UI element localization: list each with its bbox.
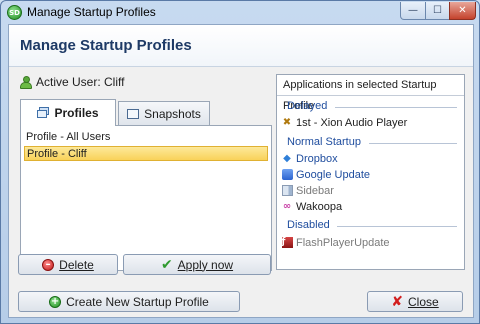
delete-icon: –	[42, 258, 55, 271]
page-title: Manage Startup Profiles	[20, 37, 192, 54]
sidebar-icon	[281, 185, 293, 197]
list-item-profile-cliff[interactable]: Profile - Cliff	[24, 146, 268, 161]
wakoopa-icon: ∞	[282, 201, 292, 212]
apply-now-button[interactable]: ✔ Apply now	[123, 254, 271, 275]
app-row-google-update[interactable]: Google Update	[281, 167, 370, 182]
tab-strip: Profiles Snapshots	[20, 99, 272, 126]
profiles-icon	[37, 107, 50, 119]
group-divider	[369, 143, 457, 144]
tab-snapshots[interactable]: Snapshots	[118, 101, 210, 125]
tab-profiles[interactable]: Profiles	[20, 99, 116, 126]
google-update-icon	[281, 169, 293, 181]
app-row-flashplayerupdate[interactable]: ƒ FlashPlayerUpdate	[281, 235, 390, 250]
window-close-button[interactable]: ✕	[449, 2, 476, 20]
group-divider	[335, 107, 457, 108]
delete-button[interactable]: – Delete	[18, 254, 118, 275]
applications-panel: Applications in selected Startup Profile…	[276, 74, 465, 270]
flash-icon: ƒ	[281, 237, 293, 249]
group-label-normal-startup: Normal Startup	[287, 136, 361, 148]
group-label-delayed: Delayed	[287, 100, 328, 112]
xion-icon: ✖	[282, 117, 292, 128]
checkmark-icon: ✔	[160, 256, 173, 273]
window-title: Manage Startup Profiles	[27, 5, 156, 19]
close-button[interactable]: ✘ Close	[367, 291, 463, 312]
maximize-button[interactable]: ☐	[425, 2, 450, 20]
snapshots-icon	[127, 108, 140, 120]
minimize-button[interactable]: —	[400, 2, 426, 20]
close-x-icon: ✘	[391, 293, 404, 310]
list-item-profile-all-users[interactable]: Profile - All Users	[24, 130, 268, 145]
app-name: Sidebar	[296, 184, 334, 197]
close-button-label: Close	[408, 294, 439, 309]
dialog-content: Manage Startup Profiles Active User: Cli…	[8, 24, 474, 318]
active-user: Active User: Cliff	[20, 74, 124, 90]
apply-now-button-label: Apply now	[177, 257, 234, 272]
add-icon: +	[49, 295, 62, 308]
app-row-dropbox[interactable]: ◆ Dropbox	[281, 151, 338, 166]
app-name: Wakoopa	[296, 200, 343, 213]
app-row-sidebar[interactable]: Sidebar	[281, 183, 334, 198]
app-name: Dropbox	[296, 152, 338, 165]
user-icon	[20, 75, 32, 89]
delete-button-label: Delete	[59, 257, 94, 272]
applications-panel-header: Applications in selected Startup Profile	[277, 75, 464, 112]
active-user-label: Active User: Cliff	[36, 75, 125, 89]
title-bar[interactable]: SD Manage Startup Profiles — ☐ ✕	[1, 1, 479, 23]
app-name: Google Update	[296, 168, 370, 181]
app-row-xion[interactable]: ✖ 1st - Xion Audio Player	[281, 115, 408, 130]
app-name: FlashPlayerUpdate	[296, 236, 390, 249]
app-row-wakoopa[interactable]: ∞ Wakoopa	[281, 199, 342, 214]
tab-profiles-label: Profiles	[54, 106, 99, 120]
group-divider	[337, 226, 457, 227]
profiles-list: Profile - All Users Profile - Cliff	[20, 125, 272, 271]
tab-snapshots-label: Snapshots	[144, 106, 201, 121]
create-button-label: Create New Startup Profile	[66, 294, 209, 309]
create-new-startup-profile-button[interactable]: + Create New Startup Profile	[18, 291, 240, 312]
dropbox-icon: ◆	[283, 153, 291, 164]
dialog-header: Manage Startup Profiles	[9, 25, 473, 67]
app-name: 1st - Xion Audio Player	[296, 116, 408, 129]
group-label-disabled: Disabled	[287, 219, 330, 231]
app-icon: SD	[7, 5, 22, 20]
window: SD Manage Startup Profiles — ☐ ✕ Manage …	[0, 0, 480, 324]
